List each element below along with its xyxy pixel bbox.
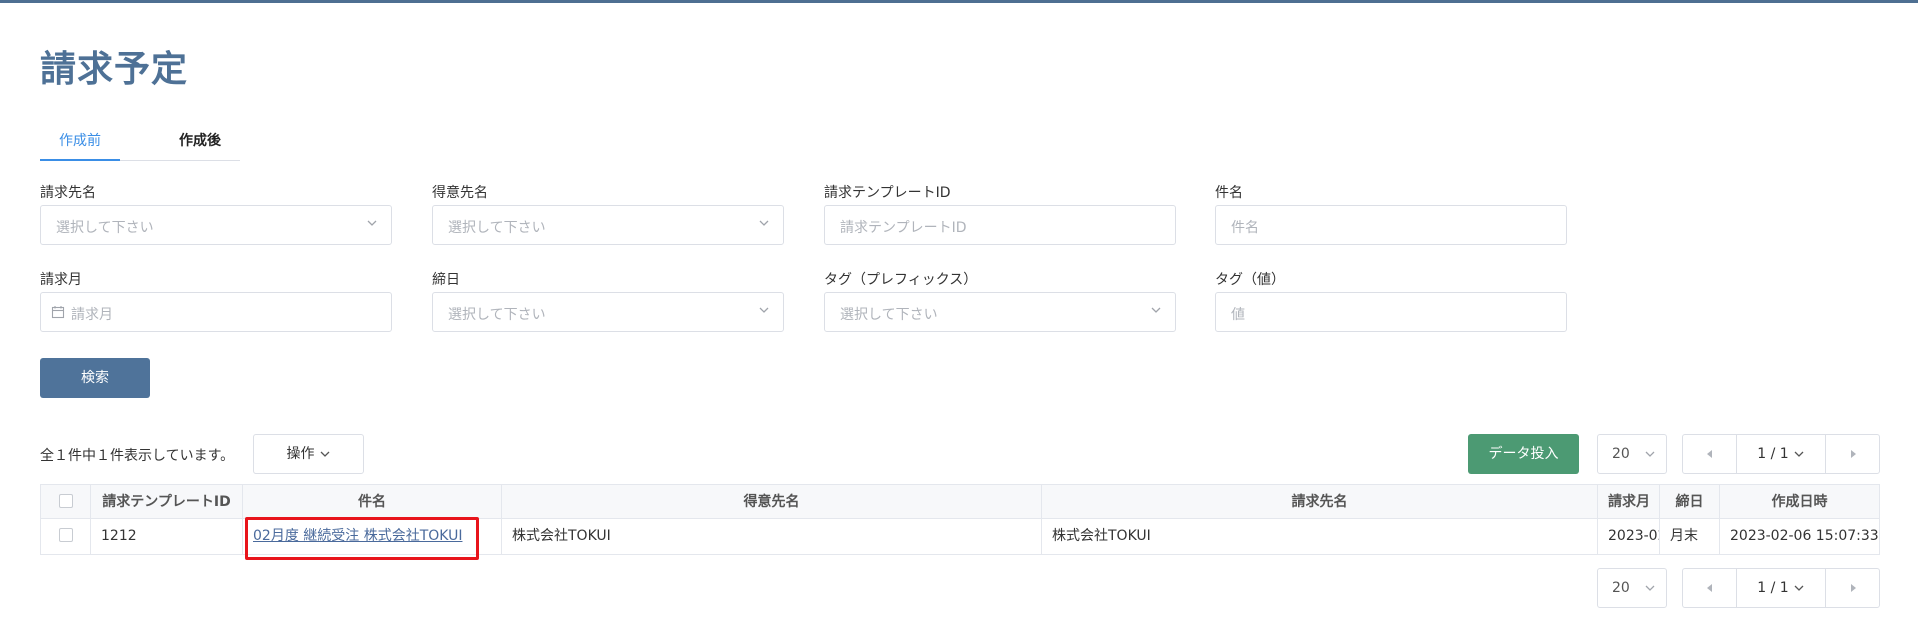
- page-size-select-top[interactable]: 20: [1597, 434, 1667, 474]
- tag-prefix-label: タグ（プレフィックス）: [824, 272, 978, 288]
- customer-label: 得意先名: [432, 185, 488, 201]
- calendar-icon: [51, 306, 65, 319]
- cell-customer: 株式会社TOKUI: [502, 519, 1042, 554]
- customer-placeholder: 選択して下さい: [448, 220, 546, 236]
- select-all-cell: [41, 485, 91, 518]
- tag-prefix-select[interactable]: 選択して下さい: [824, 292, 1176, 332]
- template-id-input[interactable]: 請求テンプレートID: [824, 205, 1176, 245]
- closing-day-placeholder: 選択して下さい: [448, 307, 546, 323]
- page-size-value: 20: [1612, 580, 1630, 596]
- cell-subject: 02月度 継続受注 株式会社TOKUI: [243, 519, 502, 554]
- closing-day-label: 締日: [432, 272, 460, 288]
- table-header-row: 請求テンプレートID 件名 得意先名 請求先名 請求月 締日 作成日時: [41, 485, 1879, 519]
- row-checkbox[interactable]: [58, 527, 73, 542]
- col-billing-to[interactable]: 請求先名: [1042, 485, 1598, 518]
- billing-schedule-table: 請求テンプレートID 件名 得意先名 請求先名 請求月 締日 作成日時 1212…: [40, 484, 1880, 555]
- chevron-down-icon: [1151, 307, 1161, 313]
- chevron-down-icon: [1794, 585, 1804, 591]
- chevron-down-icon: [759, 307, 769, 313]
- row-checkbox-cell: [41, 519, 91, 554]
- cell-template-id: 1212: [91, 519, 243, 554]
- tab-bar: 作成前 作成後: [40, 128, 240, 161]
- closing-day-select[interactable]: 選択して下さい: [432, 292, 784, 332]
- prev-page-button[interactable]: [1683, 435, 1737, 473]
- col-subject[interactable]: 件名: [243, 485, 502, 518]
- chevron-down-icon: [1645, 451, 1655, 457]
- cell-created-at: 2023-02-06 15:07:33: [1730, 528, 1879, 544]
- billing-to-select[interactable]: 選択して下さい: [40, 205, 392, 245]
- chevron-down-icon: [1794, 451, 1804, 457]
- page-size-select-bottom[interactable]: 20: [1597, 568, 1667, 608]
- page-indicator-dropdown[interactable]: 1 / 1: [1737, 435, 1825, 473]
- tag-value-placeholder: 値: [1231, 307, 1245, 323]
- billing-to-label: 請求先名: [40, 185, 96, 201]
- page-size-value: 20: [1612, 446, 1630, 462]
- chevron-down-icon: [320, 451, 329, 457]
- chevron-down-icon: [367, 220, 377, 226]
- tag-prefix-placeholder: 選択して下さい: [840, 307, 938, 323]
- billing-to-placeholder: 選択して下さい: [56, 220, 154, 236]
- page-indicator-dropdown[interactable]: 1 / 1: [1737, 569, 1825, 607]
- template-id-label: 請求テンプレートID: [824, 185, 951, 201]
- result-count-text: 全１件中１件表示しています。: [40, 448, 235, 464]
- tab-after-creation[interactable]: 作成後: [160, 128, 240, 161]
- chevron-down-icon: [1645, 585, 1655, 591]
- data-import-button[interactable]: データ投入: [1468, 434, 1579, 474]
- search-button[interactable]: 検索: [40, 358, 150, 398]
- subject-link[interactable]: 02月度 継続受注 株式会社TOKUI: [253, 528, 462, 544]
- billing-month-picker[interactable]: 請求月: [40, 292, 392, 332]
- subject-label: 件名: [1215, 185, 1243, 201]
- billing-month-label: 請求月: [40, 272, 82, 288]
- chevron-down-icon: [759, 220, 769, 226]
- tab-before-creation[interactable]: 作成前: [40, 128, 120, 161]
- caret-right-icon: [1851, 450, 1856, 458]
- subject-input[interactable]: 件名: [1215, 205, 1567, 245]
- subject-placeholder: 件名: [1231, 220, 1259, 236]
- template-id-placeholder: 請求テンプレートID: [840, 220, 967, 236]
- next-page-button[interactable]: [1825, 435, 1879, 473]
- billing-month-placeholder: 請求月: [71, 307, 113, 323]
- tag-value-input[interactable]: 値: [1215, 292, 1567, 332]
- tag-value-label: タグ（値）: [1215, 272, 1285, 288]
- top-accent-bar: [0, 0, 1918, 3]
- pagination-top: 1 / 1: [1682, 434, 1880, 474]
- caret-left-icon: [1707, 450, 1712, 458]
- col-closing-day[interactable]: 締日: [1660, 485, 1720, 518]
- page-indicator: 1 / 1: [1757, 446, 1789, 462]
- col-customer[interactable]: 得意先名: [502, 485, 1042, 518]
- cell-billing-to: 株式会社TOKUI: [1042, 519, 1598, 554]
- col-created-at[interactable]: 作成日時: [1720, 485, 1879, 518]
- col-template-id[interactable]: 請求テンプレートID: [91, 485, 243, 518]
- page-indicator: 1 / 1: [1757, 580, 1789, 596]
- table-row: 1212 02月度 継続受注 株式会社TOKUI 株式会社TOKUI 株式会社T…: [41, 519, 1879, 554]
- customer-select[interactable]: 選択して下さい: [432, 205, 784, 245]
- operation-dropdown-button[interactable]: 操作: [253, 434, 364, 474]
- page-title: 請求予定: [40, 49, 189, 90]
- select-all-checkbox[interactable]: [58, 493, 73, 508]
- caret-right-icon: [1851, 584, 1856, 592]
- cell-closing-day: 月末: [1660, 519, 1720, 554]
- next-page-button[interactable]: [1825, 569, 1879, 607]
- cell-billing-month: 2023-02: [1598, 519, 1660, 554]
- caret-left-icon: [1707, 584, 1712, 592]
- operation-label: 操作: [286, 446, 315, 462]
- col-billing-month[interactable]: 請求月: [1598, 485, 1660, 518]
- pagination-bottom: 1 / 1: [1682, 568, 1880, 608]
- prev-page-button[interactable]: [1683, 569, 1737, 607]
